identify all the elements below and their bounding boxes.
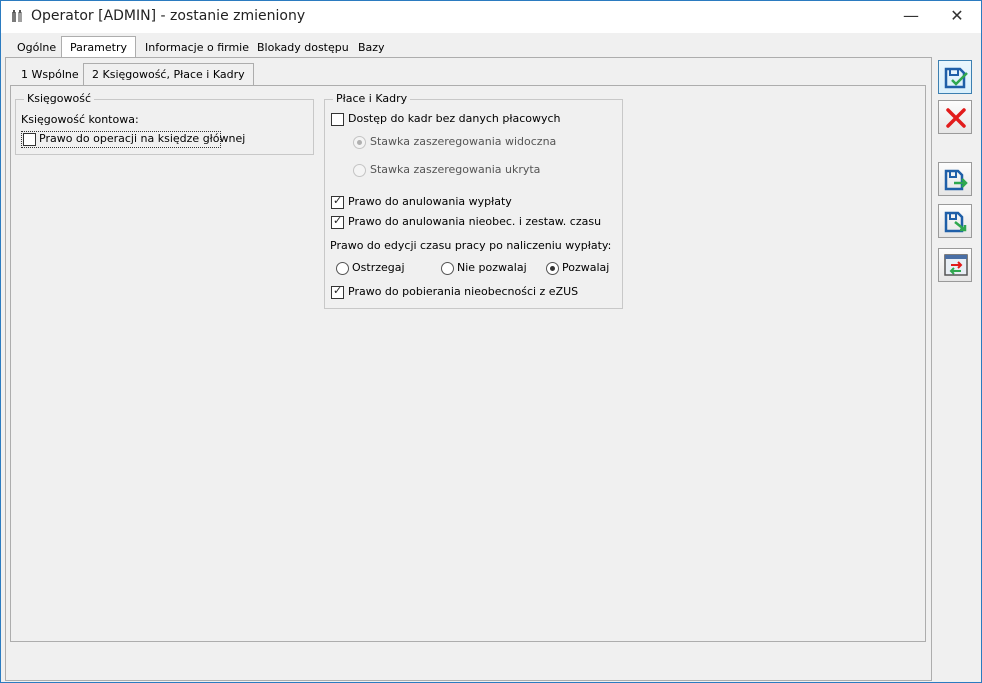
subtab-wspolne[interactable]: 1 Wspólne: [13, 64, 87, 85]
dostep-kadr-checkbox[interactable]: [331, 113, 344, 126]
dostep-kadr-label[interactable]: Dostęp do kadr bez danych płacowych: [348, 112, 561, 125]
ezus-checkbox[interactable]: ✓: [331, 284, 344, 299]
anulowanie-wyplaty-label[interactable]: Prawo do anulowania wypłaty: [348, 195, 512, 208]
save-prev-icon: [944, 211, 967, 233]
screen-arrows-button[interactable]: [938, 248, 972, 282]
pozwalaj-label[interactable]: Pozwalaj: [562, 261, 609, 274]
save-next-icon: [944, 169, 968, 191]
radio-selected-dot: [550, 266, 555, 271]
ksiegowosc-group-title: Księgowość: [24, 92, 94, 105]
tab-informacje-o-firmie[interactable]: Informacje o firmie: [137, 37, 257, 58]
stawka-widoczna-radio[interactable]: [353, 136, 366, 149]
save-and-prev-button[interactable]: [938, 204, 972, 238]
save-icon: [944, 67, 968, 89]
nie-pozwalaj-label[interactable]: Nie pozwalaj: [457, 261, 527, 274]
ksiega-glowna-label[interactable]: Prawo do operacji na księdze głównej: [39, 132, 245, 145]
nie-pozwalaj-radio[interactable]: [441, 262, 454, 275]
minimize-button[interactable]: —: [888, 1, 934, 33]
ezus-label[interactable]: Prawo do pobierania nieobecności z eZUS: [348, 285, 578, 298]
app-icon: [12, 10, 22, 22]
window-title: Operator [ADMIN] - zostanie zmieniony: [31, 8, 306, 24]
tab-bazy-label: Bazy: [358, 41, 385, 54]
tab-blokady-dostepu[interactable]: Blokady dostępu: [249, 37, 357, 58]
tab-blokady-label: Blokady dostępu: [257, 41, 349, 54]
ksiega-glowna-checkbox[interactable]: [23, 133, 36, 146]
place-kadry-group-title: Płace i Kadry: [333, 92, 411, 105]
ostrzegaj-label[interactable]: Ostrzegaj: [352, 261, 405, 274]
pozwalaj-radio[interactable]: [546, 262, 559, 275]
anulowanie-nieobec-checkbox[interactable]: ✓: [331, 214, 344, 229]
stawka-widoczna-label[interactable]: Stawka zaszeregowania widoczna: [370, 135, 556, 148]
subtab-ksiegowosc-place-kadry[interactable]: 2 Księgowość, Płace i Kadry: [83, 63, 254, 87]
checkmark-icon: ✓: [333, 194, 343, 207]
checkmark-icon: ✓: [333, 214, 343, 227]
subtab-ksiegowosc-label: 2 Księgowość, Płace i Kadry: [92, 68, 245, 81]
cancel-button[interactable]: [938, 100, 972, 134]
tab-bazy[interactable]: Bazy: [350, 37, 393, 58]
save-button[interactable]: [938, 60, 972, 94]
radio-selected-dot: [357, 140, 362, 145]
cancel-icon: [946, 108, 966, 128]
ostrzegaj-radio[interactable]: [336, 262, 349, 275]
tab-ogolne[interactable]: Ogólne: [9, 37, 64, 58]
checkmark-icon: ✓: [333, 284, 343, 297]
ksiegowosc-kontowa-label: Księgowość kontowa:: [21, 113, 139, 126]
anulowanie-wyplaty-checkbox[interactable]: ✓: [331, 194, 344, 209]
save-and-next-button[interactable]: [938, 162, 972, 196]
close-button[interactable]: ✕: [934, 1, 980, 33]
tab-ogolne-label: Ogólne: [17, 41, 57, 54]
title-bar: Operator [ADMIN] - zostanie zmieniony — …: [1, 1, 981, 33]
subtab-wspolne-label: 1 Wspólne: [21, 68, 79, 81]
stawka-ukryta-radio[interactable]: [353, 164, 366, 177]
screen-arrows-icon: [944, 254, 968, 276]
anulowanie-nieobec-label[interactable]: Prawo do anulowania nieobec. i zestaw. c…: [348, 215, 601, 228]
stawka-ukryta-label[interactable]: Stawka zaszeregowania ukryta: [370, 163, 540, 176]
operator-window: Operator [ADMIN] - zostanie zmieniony — …: [0, 0, 982, 683]
tab-parametry-label: Parametry: [70, 41, 127, 54]
edycja-czasu-label: Prawo do edycji czasu pracy po naliczeni…: [330, 239, 612, 252]
tab-informacje-label: Informacje o firmie: [145, 41, 249, 54]
